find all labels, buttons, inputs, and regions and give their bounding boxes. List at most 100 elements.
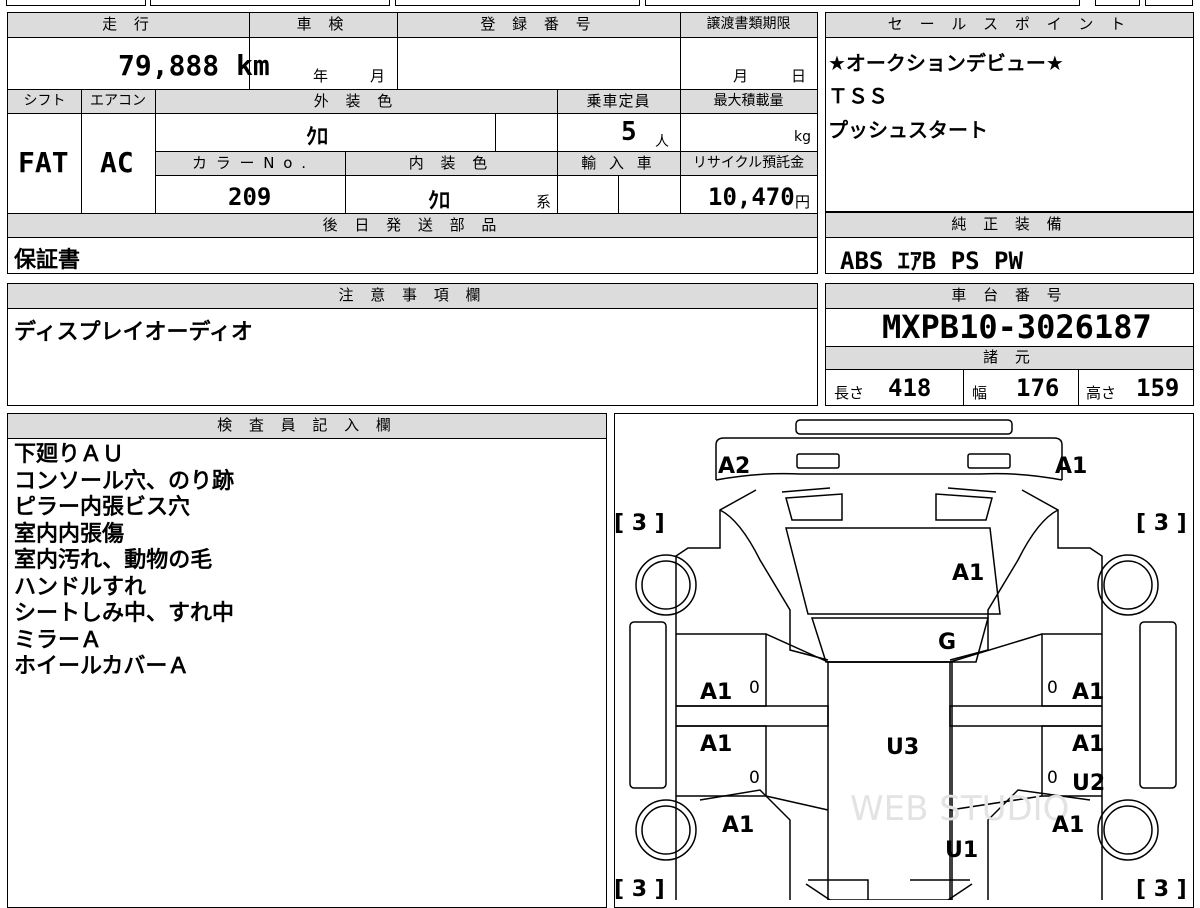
mark-a1-left-front-door: A1	[700, 732, 732, 757]
height-label: 高さ	[1086, 384, 1117, 402]
equipment-panel: 純 正 装 備 ABS ｴｱB PS PW	[825, 212, 1194, 275]
zero-left-front: 0	[749, 768, 760, 788]
shaken-header: 車 検	[249, 13, 397, 37]
notes-value: ディスプレイオーディオ	[14, 320, 253, 345]
mark-u1-hood: U1	[945, 838, 978, 863]
shift-value: FAT	[18, 146, 69, 179]
tire-tl: [ 3 ]	[614, 511, 665, 536]
shaken-month-unit: 月	[370, 67, 386, 85]
right-tail-lamp	[967, 453, 1011, 469]
mark-a1-rear-right: A1	[1055, 454, 1087, 479]
import-header: 輸 入 車	[557, 152, 680, 175]
inspector-line: 室内内張傷	[14, 521, 125, 547]
left-tail-lamp	[796, 453, 840, 469]
mileage-header: 走 行	[8, 13, 249, 37]
car-diagram: WEB STUDIO [ 3 ] [ 3 ] [ 3 ] [ 3 ] A2 A1…	[614, 419, 1187, 900]
sales-point-1: ★オークションデビュー★	[828, 51, 1064, 75]
length-value: 418	[888, 374, 932, 402]
right-rear-wheel	[1097, 554, 1159, 616]
deadline-month-unit: 月	[733, 67, 749, 85]
sales-points-panel: セ ー ル ス ポ イ ン ト ★オークションデビュー★ ＴＳＳ プッシュスター…	[825, 12, 1194, 212]
capacity-header: 乗車定員	[557, 90, 680, 113]
tire-br: [ 3 ]	[1136, 877, 1187, 900]
int-color-suffix: 系	[536, 193, 552, 211]
sales-points-header: セ ー ル ス ポ イ ン ト	[826, 13, 1193, 37]
tire-bl: [ 3 ]	[614, 877, 665, 900]
roof-rear	[810, 617, 989, 663]
max-load-header: 最大積載量	[680, 90, 817, 113]
watermark: WEB STUDIO	[850, 789, 1069, 829]
inspector-lines: 下廻りＡＵ コンソール穴、のり跡 ピラー内張ビス穴 室内内張傷 室内汚れ、動物の…	[14, 442, 234, 681]
left-front-fender	[699, 789, 791, 900]
mark-a1-roof: A1	[952, 561, 984, 586]
inspector-line: シートしみ中、すれ中	[14, 601, 235, 626]
inspector-header: 検 査 員 記 入 欄	[8, 414, 606, 438]
sales-point-3: プッシュスタート	[828, 118, 988, 142]
chassis-header: 車 台 番 号	[826, 284, 1193, 308]
sales-point-2: ＴＳＳ	[828, 84, 888, 108]
ext-color-header: 外 装 色	[155, 90, 557, 113]
left-front-wheel	[635, 799, 697, 861]
recycle-value: 10,470	[708, 183, 795, 211]
inspector-line: ピラー内張ビス穴	[14, 495, 191, 520]
equipment-header: 純 正 装 備	[826, 213, 1193, 237]
notes-header: 注 意 事 項 欄	[8, 284, 817, 308]
right-rocker	[1139, 621, 1177, 789]
shift-header: シフト	[8, 90, 81, 113]
zero-right-rear: 0	[1047, 678, 1058, 698]
mileage-value: 79,888 km	[118, 49, 270, 82]
zero-left-rear: 0	[749, 678, 760, 698]
later-parts-header: 後 日 発 送 部 品	[8, 214, 817, 237]
int-color-value: ｸﾛ	[428, 189, 451, 214]
top-strip	[0, 0, 1200, 8]
int-color-header: 内 装 色	[345, 152, 557, 175]
rear-bumper-outline	[795, 419, 1013, 435]
mark-u2-right-front-door: U2	[1072, 771, 1105, 796]
mark-a1-right-rear-door: A1	[1072, 680, 1104, 705]
chassis-panel: 車 台 番 号 MXPB10-3026187 諸 元 長さ 418 幅 176 …	[825, 283, 1194, 406]
aircon-value: AC	[100, 146, 134, 179]
inspector-line: ハンドルすれ	[14, 574, 147, 600]
reg-no-header: 登 録 番 号	[397, 13, 680, 37]
notes-panel: 注 意 事 項 欄 ディスプレイオーディオ	[7, 283, 818, 406]
mark-a1-right-front-door: A1	[1072, 732, 1104, 757]
capacity-unit: 人	[655, 134, 669, 150]
capacity-value: 5	[621, 117, 637, 147]
roof	[827, 661, 953, 900]
inspector-panel: 検 査 員 記 入 欄 下廻りＡＵ コンソール穴、のり跡 ピラー内張ビス穴 室内…	[7, 413, 607, 908]
recycle-header: リサイクル預託金	[680, 152, 817, 175]
inspector-line: 室内汚れ、動物の毛	[14, 548, 213, 573]
mark-a1-right-fender: A1	[1052, 813, 1084, 838]
deadline-header: 譲渡書類期限	[680, 13, 817, 37]
mark-a2-rear-left: A2	[718, 454, 750, 479]
equipment-value: ABS ｴｱB PS PW	[840, 247, 1023, 275]
max-load-unit: kg	[794, 129, 811, 145]
specs-header: 諸 元	[826, 347, 1193, 369]
shaken-year-unit: 年	[313, 67, 329, 85]
inspector-line: 下廻りＡＵ	[14, 442, 125, 467]
width-value: 176	[1016, 374, 1060, 402]
ext-color-value: ｸﾛ	[306, 125, 329, 150]
inspector-line: ホイールカバーＡ	[14, 654, 190, 679]
chassis-value: MXPB10-3026187	[882, 308, 1152, 346]
inspector-line: ミラーＡ	[14, 627, 103, 653]
tire-tr: [ 3 ]	[1136, 511, 1187, 536]
height-value: 159	[1136, 374, 1180, 402]
recycle-unit: 円	[795, 193, 811, 211]
zero-right-front: 0	[1047, 768, 1058, 788]
right-front-wheel	[1097, 799, 1159, 861]
inspector-line: コンソール穴、のり跡	[14, 468, 235, 494]
mark-u3-roof: U3	[886, 735, 919, 760]
color-no-header: カ ラ ー N o .	[155, 152, 345, 175]
aircon-header: エアコン	[81, 90, 155, 113]
main-info-panel: 走 行 車 検 登 録 番 号 譲渡書類期限 79,888 km 年 月 月 日…	[7, 12, 818, 274]
deadline-day-unit: 日	[791, 67, 807, 85]
mark-g-rear-glass: G	[938, 630, 956, 655]
mark-a1-left-rear-door: A1	[700, 680, 732, 705]
mark-a1-left-fender: A1	[722, 813, 754, 838]
length-label: 長さ	[834, 384, 865, 402]
color-no-value: 209	[228, 183, 272, 211]
width-label: 幅	[972, 384, 988, 402]
car-diagram-panel: WEB STUDIO [ 3 ] [ 3 ] [ 3 ] [ 3 ] A2 A1…	[614, 413, 1194, 908]
left-rear-wheel	[635, 554, 697, 616]
